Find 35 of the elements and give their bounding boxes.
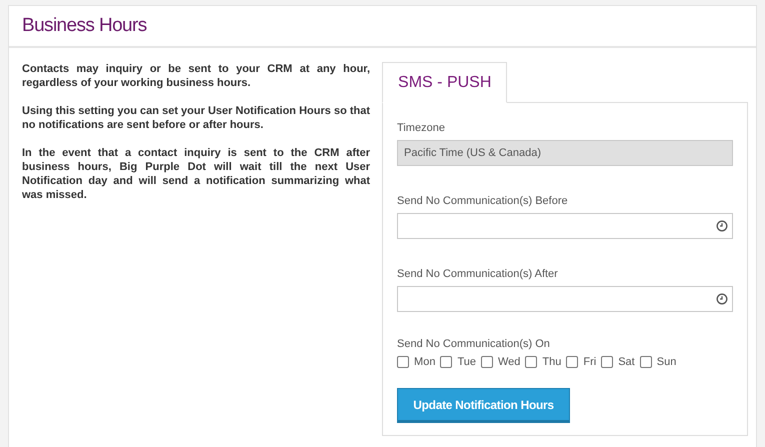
day-checkbox[interactable]: Mon: [397, 356, 436, 368]
day-checkbox[interactable]: Sun: [640, 356, 676, 368]
day-label: Thu: [542, 356, 562, 368]
page-title: Business Hours: [22, 15, 147, 37]
time-field[interactable]: [397, 213, 733, 239]
description-paragraph: Using this setting you can set your User Notification Hours so that no notifications are sent before or after hours.: [22, 104, 370, 132]
description-paragraph: In the event that a contact inquiry is sent to the CRM after business hours, Big Purple Dot will wait till the next User Notification day and will send a notification summarizing what was missed.: [22, 146, 370, 202]
day-checkbox[interactable]: Wed: [481, 356, 520, 368]
day-label: Sat: [618, 356, 635, 368]
field-value: Pacific Time (US & Canada): [404, 147, 541, 159]
checkbox[interactable]: [525, 356, 538, 368]
clock-icon[interactable]: [716, 293, 728, 305]
field-label: Send No Communication(s) Before: [397, 195, 569, 207]
day-checkbox[interactable]: Thu: [525, 356, 562, 368]
checkbox[interactable]: [601, 356, 614, 368]
checkbox[interactable]: [640, 356, 652, 368]
day-checkbox[interactable]: Tue: [440, 356, 476, 368]
tab[interactable]: SMS - PUSH: [382, 62, 508, 103]
field-label: Send No Communication(s) On: [397, 338, 551, 350]
day-label: Tue: [457, 356, 476, 368]
clock-icon[interactable]: [716, 220, 728, 232]
day-label: Wed: [498, 356, 520, 368]
checkbox[interactable]: [481, 356, 493, 368]
day-checkbox[interactable]: Fri: [566, 356, 596, 368]
day-checkbox[interactable]: Sat: [601, 356, 635, 368]
day-label: Mon: [414, 356, 436, 368]
checkbox[interactable]: [566, 356, 578, 368]
field-label: Send No Communication(s) After: [397, 268, 559, 280]
time-field[interactable]: [397, 286, 733, 312]
day-label: Fri: [583, 356, 596, 368]
day-label: Sun: [656, 356, 676, 368]
description-paragraph: Contacts may inquiry or be sent to your CRM at any hour, regardless of your working business hours.: [22, 62, 370, 90]
checkbox[interactable]: [397, 356, 410, 368]
checkbox[interactable]: [440, 356, 452, 368]
field-label: Timezone: [397, 122, 446, 134]
